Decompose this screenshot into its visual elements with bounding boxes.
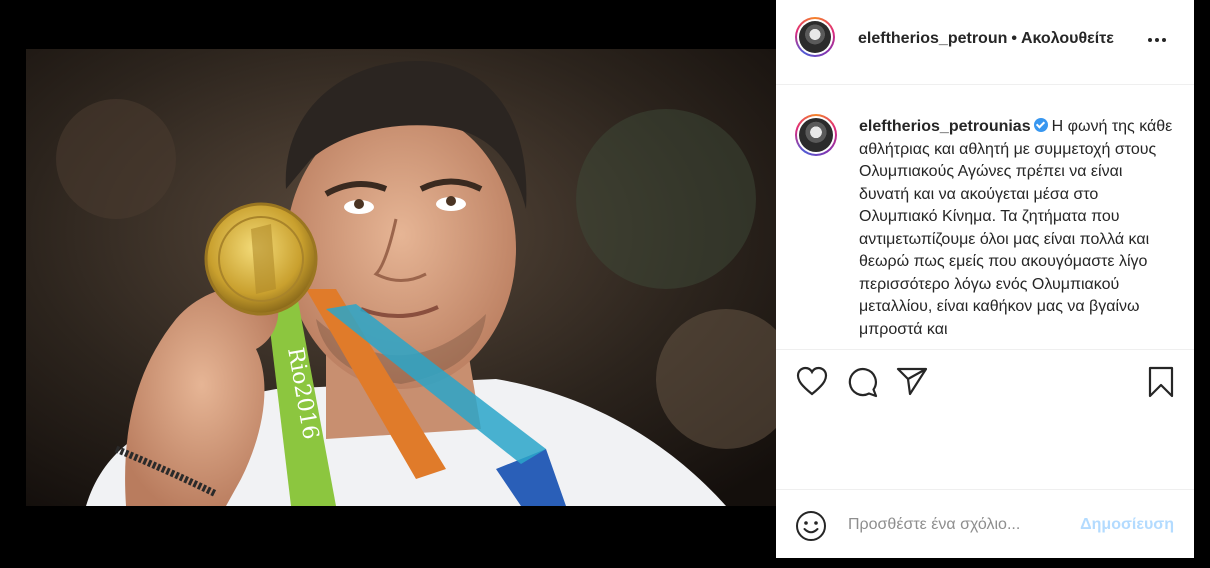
athlete-photo: Rio2016 bbox=[26, 49, 776, 506]
comment-icon[interactable] bbox=[846, 366, 878, 398]
comment-input[interactable] bbox=[846, 512, 1070, 538]
bookmark-icon[interactable] bbox=[1147, 366, 1175, 398]
following-button[interactable]: Ακολουθείτε bbox=[1021, 30, 1114, 47]
caption-avatar[interactable] bbox=[795, 114, 837, 156]
separator-dot: • bbox=[1011, 30, 1017, 47]
heart-icon[interactable] bbox=[796, 366, 828, 396]
avatar[interactable] bbox=[795, 17, 835, 57]
verified-badge-icon bbox=[1033, 118, 1048, 132]
post-caption: eleftherios_petrounias Η φωνή της κάθε αθ… bbox=[776, 85, 1194, 349]
caption-text: Η φωνή της κάθε αθλήτριας και αθλητή με … bbox=[859, 118, 1173, 338]
emoji-icon[interactable] bbox=[795, 510, 827, 547]
post-header: eleftherios_petroun • Ακολουθείτε bbox=[776, 0, 1194, 85]
header-username-row: eleftherios_petroun • Ακολουθείτε bbox=[858, 30, 1114, 48]
paper-plane-icon[interactable] bbox=[896, 366, 928, 396]
post-comment-button[interactable]: Δημοσίευση bbox=[1080, 516, 1174, 534]
post-side-panel: eleftherios_petroun • Ακολουθείτε elefther… bbox=[776, 0, 1194, 558]
comment-bar: Δημοσίευση bbox=[776, 489, 1194, 559]
caption-text-block: eleftherios_petrounias Η φωνή της κάθε αθ… bbox=[859, 116, 1175, 341]
more-options-icon[interactable] bbox=[1148, 32, 1172, 48]
post-image[interactable]: Rio2016 bbox=[26, 49, 776, 506]
action-bar bbox=[776, 349, 1194, 490]
caption-username[interactable]: eleftherios_petrounias bbox=[859, 118, 1031, 135]
header-username[interactable]: eleftherios_petroun bbox=[858, 30, 1007, 47]
